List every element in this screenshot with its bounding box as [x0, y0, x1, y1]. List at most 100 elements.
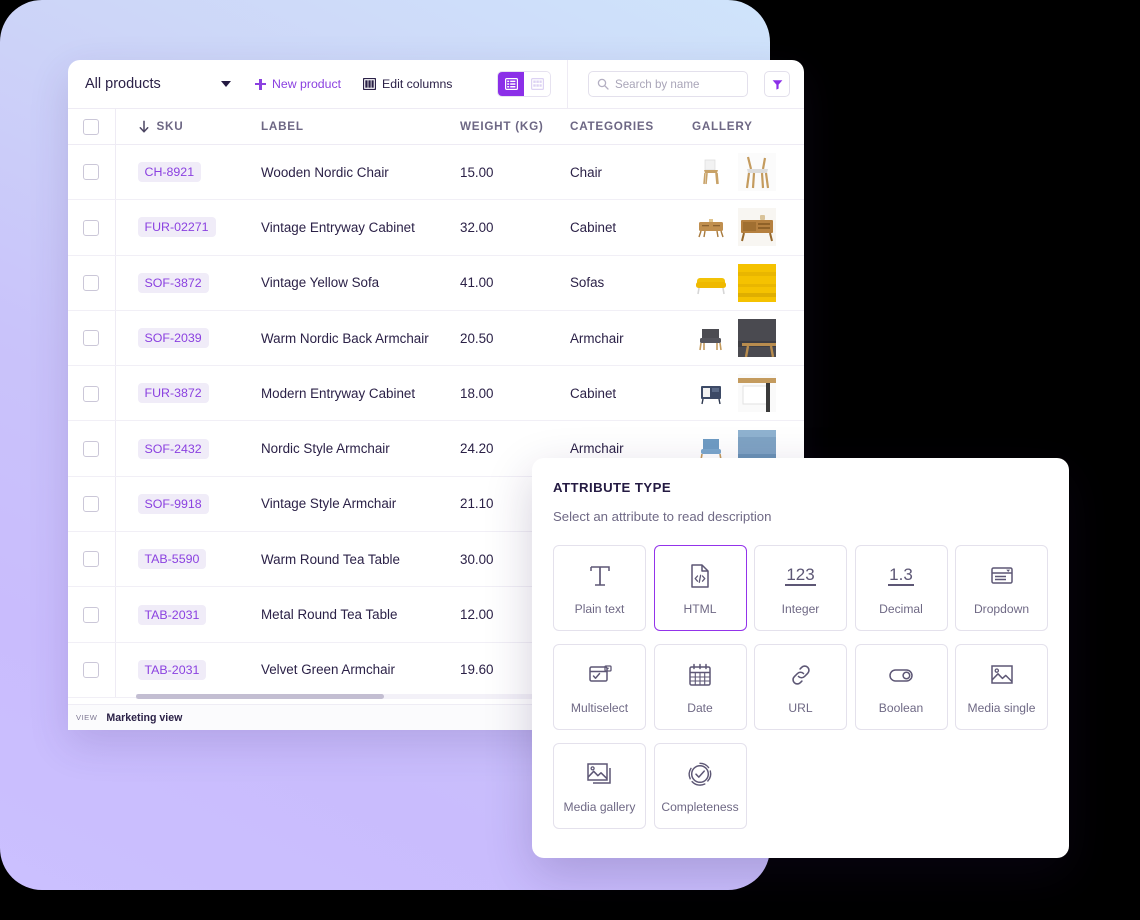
table-header-row: SKU LABEL WEIGHT (KG) CATEGORIES GALLERY [68, 108, 804, 145]
attribute-panel-title: ATTRIBUTE TYPE [553, 480, 672, 495]
row-checkbox[interactable] [83, 385, 100, 402]
status-view-key: VIEW [76, 713, 98, 722]
attribute-type-label: Decimal [879, 601, 923, 616]
cell-gallery [692, 255, 804, 311]
scrollbar-thumb[interactable] [136, 694, 384, 699]
cell-label: Modern Entryway Cabinet [260, 365, 460, 422]
attribute-type-card-media-single[interactable]: Media single [955, 644, 1048, 730]
attribute-type-card-html[interactable]: HTML [653, 545, 747, 631]
attribute-type-label: Media gallery [563, 799, 636, 814]
attribute-type-card-plain-text[interactable]: Plain text [553, 545, 646, 631]
select-all-header [68, 108, 116, 145]
attribute-type-label: Plain text [574, 601, 625, 616]
list-view-button[interactable] [498, 72, 524, 96]
toolbar-divider [567, 60, 568, 108]
gallery-thumbnail[interactable] [738, 319, 776, 358]
cell-category: Armchair [570, 310, 692, 367]
attribute-type-label: Completeness [661, 799, 739, 814]
row-checkbox[interactable] [83, 274, 100, 291]
select-all-checkbox[interactable] [83, 118, 100, 135]
attribute-panel-subtitle: Select an attribute to read description [553, 509, 772, 524]
attribute-type-card-url[interactable]: URL [754, 644, 847, 730]
gallery-thumbnail[interactable] [692, 319, 730, 358]
cell-sku: TAB-2031 [115, 642, 260, 698]
cell-sku: FUR-02271 [115, 199, 260, 256]
new-product-button[interactable]: New product [255, 77, 341, 91]
attribute-type-label: Media single [967, 700, 1036, 715]
gallery-thumbnail[interactable] [692, 208, 730, 247]
row-checkbox[interactable] [83, 606, 100, 623]
cell-sku: CH-8921 [115, 144, 260, 201]
integer-123-icon: 123 [785, 561, 816, 591]
sku-badge[interactable]: TAB-5590 [137, 549, 207, 570]
cell-gallery [692, 199, 804, 256]
cell-label: Warm Round Tea Table [260, 531, 460, 588]
sku-badge[interactable]: SOF-2039 [137, 328, 209, 349]
view-select-dropdown[interactable]: All products [85, 76, 245, 92]
edit-columns-button[interactable]: Edit columns [363, 77, 452, 91]
column-header-gallery[interactable]: GALLERY [692, 108, 804, 145]
search-input[interactable]: Search by name [588, 71, 748, 97]
attribute-type-card-dropdown[interactable]: Dropdown [955, 545, 1048, 631]
cell-label: Warm Nordic Back Armchair [260, 310, 460, 367]
column-header-weight[interactable]: WEIGHT (KG) [460, 108, 570, 145]
sku-badge[interactable]: SOF-3872 [137, 272, 209, 293]
attribute-type-card-multiselect[interactable]: Multiselect [553, 644, 646, 730]
sku-badge[interactable]: FUR-3872 [137, 383, 209, 404]
cell-sku: TAB-5590 [115, 531, 260, 588]
cell-sku: SOF-2039 [115, 310, 260, 367]
image-icon [987, 660, 1017, 690]
row-checkbox[interactable] [83, 551, 100, 568]
gallery-thumbnail[interactable] [738, 263, 776, 302]
row-checkbox-cell [68, 255, 116, 311]
gallery-thumbnail[interactable] [738, 153, 776, 192]
sku-badge[interactable]: TAB-2031 [137, 604, 207, 625]
cell-weight: 32.00 [460, 199, 570, 256]
column-header-label[interactable]: LABEL [260, 108, 460, 145]
status-view-name[interactable]: Marketing view [106, 712, 182, 724]
table-row[interactable]: SOF-3872 Vintage Yellow Sofa 41.00 Sofas [68, 255, 804, 311]
gallery-thumbnail[interactable] [692, 374, 730, 413]
column-header-categories[interactable]: CATEGORIES [570, 108, 692, 145]
column-header-sku[interactable]: SKU [115, 108, 260, 145]
attribute-type-card-integer[interactable]: 123 Integer [754, 545, 847, 631]
cell-label: Nordic Style Armchair [260, 420, 460, 477]
attribute-type-card-media-gallery[interactable]: Media gallery [553, 743, 646, 829]
row-checkbox-cell [68, 365, 116, 422]
new-product-label: New product [272, 77, 342, 91]
row-checkbox[interactable] [83, 496, 100, 513]
gallery-thumbnail[interactable] [692, 153, 730, 192]
search-placeholder: Search by name [615, 77, 700, 91]
table-row[interactable]: SOF-2039 Warm Nordic Back Armchair 20.50 Ar… [68, 310, 804, 367]
row-checkbox[interactable] [83, 219, 100, 236]
filter-button[interactable] [764, 71, 790, 97]
dropdown-icon [987, 561, 1017, 591]
table-row[interactable]: CH-8921 Wooden Nordic Chair 15.00 Chair [68, 144, 804, 201]
attribute-type-card-date[interactable]: Date [653, 644, 747, 730]
row-checkbox[interactable] [83, 440, 100, 457]
attribute-type-label: Integer [781, 601, 820, 616]
gallery-thumbnail[interactable] [738, 208, 776, 247]
attribute-type-card-boolean[interactable]: Boolean [854, 644, 948, 730]
sku-badge[interactable]: SOF-2432 [137, 438, 209, 459]
grid-view-button[interactable] [524, 72, 550, 96]
gallery-thumbnail[interactable] [692, 263, 730, 302]
sku-badge[interactable]: FUR-02271 [137, 217, 216, 238]
row-checkbox[interactable] [83, 330, 100, 347]
attribute-type-card-decimal[interactable]: 1.3 Decimal [854, 545, 948, 631]
attribute-type-card-completeness[interactable]: Completeness [653, 743, 747, 829]
sku-badge[interactable]: CH-8921 [137, 162, 202, 183]
table-row[interactable]: FUR-3872 Modern Entryway Cabinet 18.00 Cabi… [68, 365, 804, 422]
row-checkbox[interactable] [83, 164, 100, 181]
cell-weight: 20.50 [460, 310, 570, 367]
cell-category: Chair [570, 144, 692, 201]
attribute-type-label: Date [687, 700, 713, 715]
sku-badge[interactable]: TAB-2031 [137, 659, 207, 680]
row-checkbox[interactable] [83, 662, 100, 679]
sku-badge[interactable]: SOF-9918 [137, 493, 209, 514]
attribute-type-grid: Plain text HTML 123 Integer 1.3 Decimal Dropdo… [553, 545, 1048, 829]
gallery-thumbnail[interactable] [738, 374, 776, 413]
cell-label: Vintage Entryway Cabinet [260, 199, 460, 256]
multiselect-icon [585, 660, 615, 690]
table-row[interactable]: FUR-02271 Vintage Entryway Cabinet 32.00 Ca… [68, 199, 804, 256]
